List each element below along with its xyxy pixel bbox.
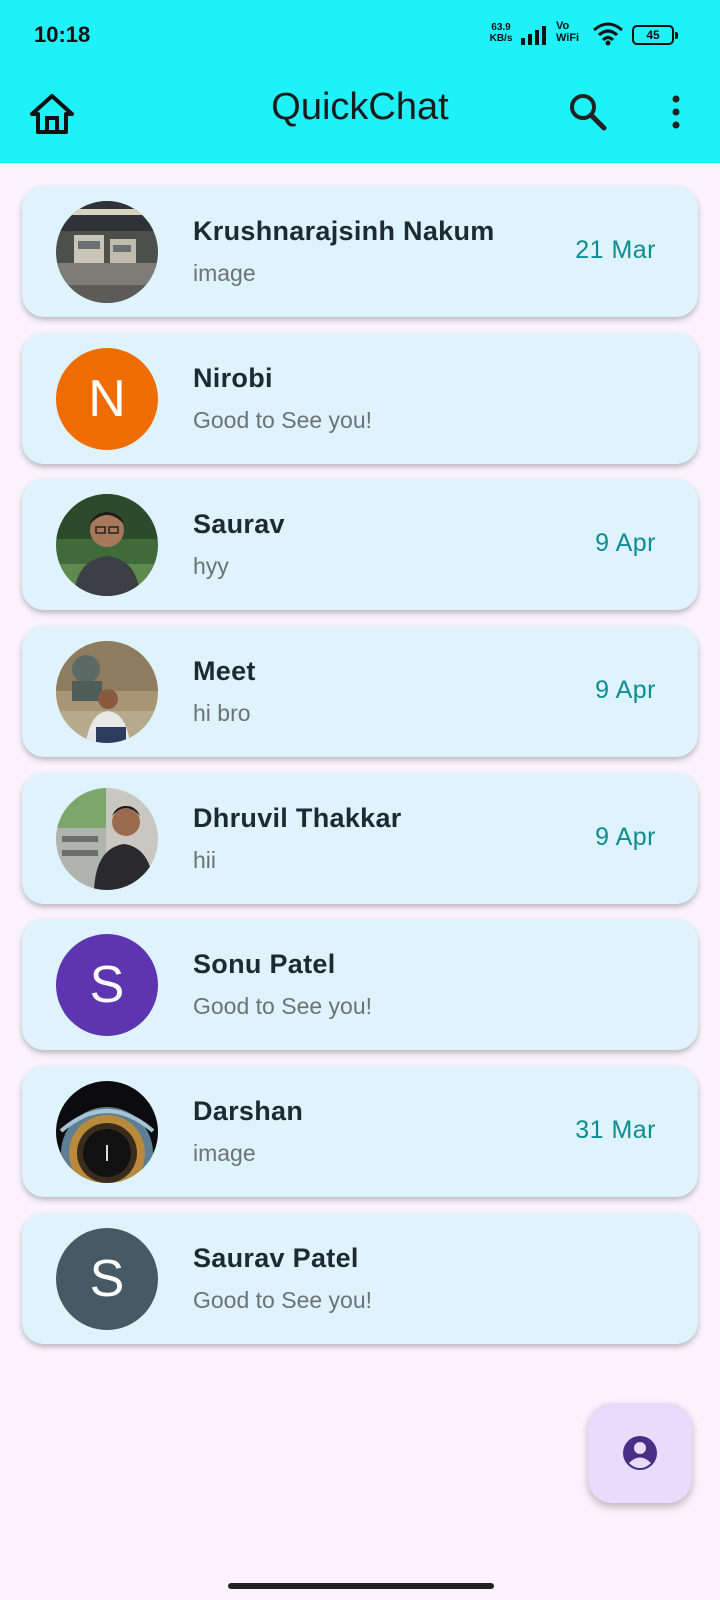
chat-last-message: hi bro: [193, 700, 251, 727]
wifi-icon: [593, 22, 623, 46]
chat-last-message: hyy: [193, 553, 229, 580]
chat-last-message: Good to See you!: [193, 406, 373, 433]
chat-name: Saurav Patel: [193, 1242, 359, 1273]
signal-icon: [521, 26, 546, 45]
ceiling-photo-image: [56, 1081, 158, 1184]
battery-indicator: 45: [632, 25, 678, 45]
status-time: 10:18: [34, 22, 91, 47]
chat-name: Darshan: [193, 1096, 304, 1127]
chat-date: 9 Apr: [595, 822, 656, 851]
outdoor-person-photo-image: [56, 787, 158, 890]
chat-last-message: Good to See you!: [193, 1286, 373, 1313]
chat-name: Krushnarajsinh Nakum: [193, 216, 495, 246]
chat-name: Sonu Patel: [193, 949, 336, 980]
status-bar: 10:18 63.9 KB/s Vo WiFi 45: [0, 0, 720, 72]
chat-list: Krushnarajsinh Nakum image 21 Mar N Niro…: [22, 186, 698, 1360]
chat-name: Nirobi: [193, 362, 273, 393]
chat-item[interactable]: Meet hi bro 9 Apr: [22, 626, 698, 758]
vowifi-indicator: Vo WiFi: [556, 20, 588, 44]
chat-name: Dhruvil Thakkar: [193, 802, 402, 833]
app-bar: QuickChat: [0, 72, 720, 163]
chat-item[interactable]: N Nirobi Good to See you!: [22, 332, 698, 464]
network-speed-unit: KB/s: [489, 33, 513, 44]
chat-name: Meet: [193, 656, 256, 687]
gesture-navigation-bar[interactable]: [228, 1583, 494, 1589]
avatar-letter[interactable]: S: [56, 1227, 158, 1330]
chat-item[interactable]: Darshan image 31 Mar: [22, 1066, 698, 1198]
top-bar: 10:18 63.9 KB/s Vo WiFi 45 QuickChat: [0, 0, 720, 163]
more-vert-icon: [672, 95, 680, 129]
more-options-button[interactable]: [660, 90, 692, 134]
chat-item[interactable]: S Saurav Patel Good to See you!: [22, 1212, 698, 1344]
avatar-letter[interactable]: N: [56, 347, 158, 450]
chat-item[interactable]: S Sonu Patel Good to See you!: [22, 919, 698, 1051]
avatar-letter[interactable]: S: [56, 934, 158, 1037]
avatar-photo[interactable]: [56, 494, 158, 597]
avatar-photo[interactable]: [56, 1081, 158, 1184]
network-speed: 63.9 KB/s: [484, 22, 518, 44]
chat-date: 21 Mar: [575, 236, 656, 264]
chat-last-message: Good to See you!: [193, 993, 373, 1020]
chat-last-message: image: [193, 260, 256, 286]
search-icon: [570, 94, 607, 131]
vowifi-bottom-label: WiFi: [556, 32, 580, 44]
chat-name: Saurav: [193, 509, 285, 540]
person-photo-image: [56, 494, 158, 597]
chat-date: 9 Apr: [595, 676, 656, 705]
vowifi-top-label: Vo: [556, 20, 570, 32]
app-title: QuickChat: [271, 86, 449, 128]
avatar-photo[interactable]: [56, 787, 158, 890]
chat-date: 31 Mar: [575, 1116, 656, 1145]
account-circle-icon: [623, 1436, 657, 1470]
avatar-photo[interactable]: [56, 201, 158, 303]
chat-last-message: image: [193, 1140, 256, 1167]
chat-item[interactable]: Krushnarajsinh Nakum image 21 Mar: [22, 186, 698, 317]
bus-photo-image: [56, 201, 158, 303]
avatar-photo[interactable]: [56, 641, 158, 744]
search-button[interactable]: [566, 90, 610, 134]
network-speed-value: 63.9: [491, 22, 511, 33]
chat-item[interactable]: Dhruvil Thakkar hii 9 Apr: [22, 772, 698, 904]
chat-date: 9 Apr: [595, 529, 656, 558]
chat-last-message: hii: [193, 846, 217, 873]
new-chat-fab[interactable]: [588, 1403, 692, 1503]
statue-photo-image: [56, 641, 158, 744]
chat-item[interactable]: Saurav hyy 9 Apr: [22, 479, 698, 611]
